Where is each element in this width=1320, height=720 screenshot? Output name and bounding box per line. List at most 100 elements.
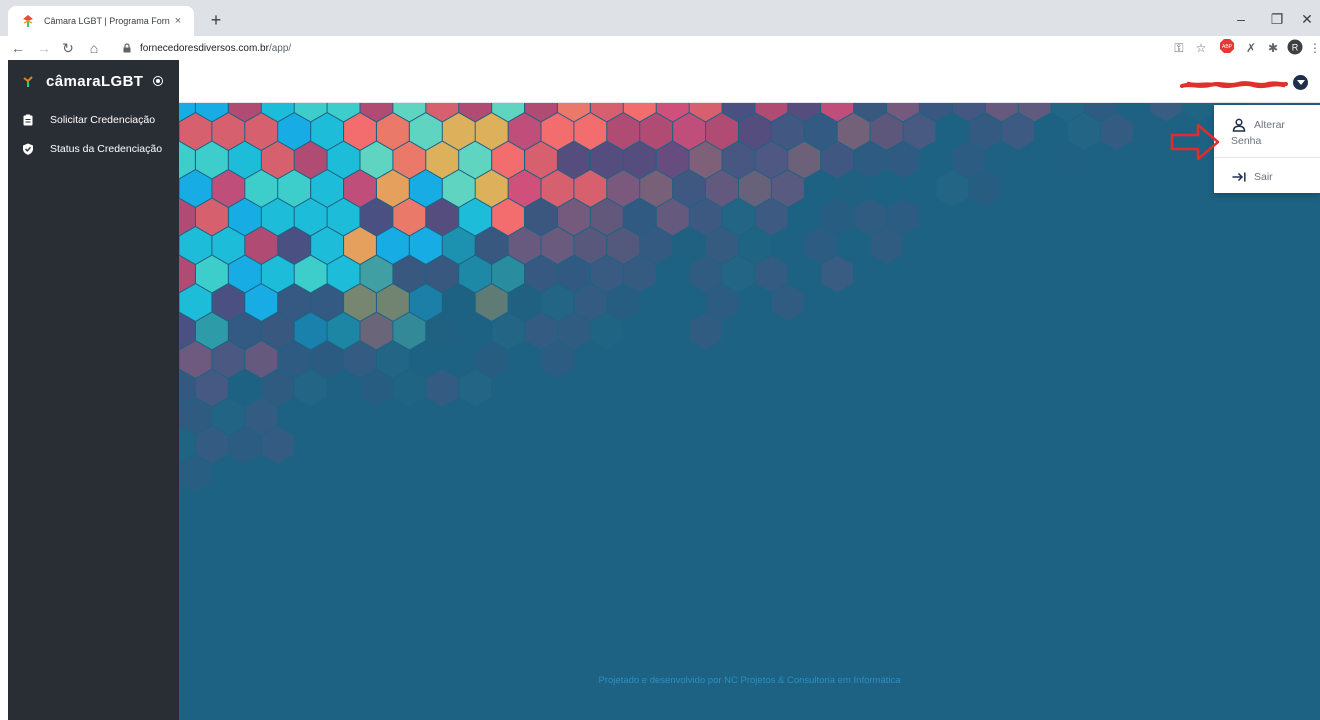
hexagon-tile [179, 227, 212, 264]
hexagon-tile [771, 170, 804, 207]
logout-menu-item[interactable]: Sair [1214, 159, 1320, 193]
hexagon-tile [722, 141, 755, 179]
home-icon[interactable]: ⌂ [84, 38, 104, 58]
minimize-icon[interactable]: – [1224, 6, 1258, 32]
hexagon-tile [558, 255, 590, 293]
hexagon-tile [245, 170, 278, 207]
hexagon-tile [344, 170, 376, 207]
hexagon-tile [475, 113, 508, 150]
hexagon-tile [228, 312, 261, 350]
sidebar-toggle-icon[interactable] [153, 76, 164, 86]
hexagon-tile [689, 198, 722, 236]
sidebar-item-solicitar[interactable]: Solicitar Credenciação [22, 111, 155, 129]
hexagon-tile [212, 170, 245, 207]
hexagon-tile [640, 170, 673, 207]
hexagon-tile [1101, 113, 1133, 150]
hexagon-tile [492, 255, 524, 293]
hexagon-tile [854, 198, 886, 236]
hexagon-tile [327, 255, 360, 293]
reload-icon[interactable]: ↻ [58, 38, 78, 58]
hexagon-tile [837, 113, 870, 150]
tab-close-icon[interactable]: × [170, 15, 186, 27]
address-bar[interactable]: fornecedoresdiversos.com.br/app/ [122, 38, 1162, 58]
hexagon-tile [327, 369, 360, 407]
hexagon-tile [261, 141, 294, 179]
hexagon-tile [261, 255, 294, 293]
hexagon-tile [344, 113, 376, 150]
browser-tab-strip: Câmara LGBT | Programa Fornec × + – ❐ ✕ [0, 0, 1320, 36]
hexagon-tile [426, 369, 459, 407]
hexagon-tile [722, 255, 755, 293]
hexagon-tile [245, 341, 278, 378]
hexagon-tile [969, 113, 1002, 150]
puzzle-icon[interactable]: ✱ [1264, 39, 1282, 57]
hexagon-tile [196, 426, 228, 464]
hexagon-tile [788, 141, 821, 179]
adblock-icon[interactable]: ABP [1218, 39, 1236, 57]
hexagon-tile [196, 255, 228, 293]
hexagon-tile [574, 170, 607, 207]
hexagon-tile [821, 141, 854, 179]
hexagon-tile [870, 113, 903, 150]
hexagon-tile [294, 255, 327, 293]
hexagon-tile [393, 141, 426, 179]
change-password-menu-item[interactable]: Alterar Senha [1214, 105, 1320, 158]
key-icon[interactable]: ⚿ [1170, 39, 1188, 57]
user-menu-toggle-icon[interactable] [1293, 75, 1308, 90]
hexagon-tile [952, 141, 985, 179]
hexagon-tile [360, 255, 393, 293]
hexagon-tile [623, 141, 656, 179]
hexagon-tile [673, 227, 705, 264]
hexagon-tile [887, 141, 919, 179]
hexagon-tile [689, 312, 722, 350]
hexagon-tile [311, 341, 343, 378]
hexagon-tile [179, 170, 212, 207]
hexagon-tile [393, 369, 426, 407]
hexagon-tile [656, 141, 689, 179]
pin-icon[interactable]: ✗ [1242, 39, 1260, 57]
hexagon-tile [212, 113, 245, 150]
hexagon-tile [344, 227, 376, 264]
hexagon-tile [739, 227, 771, 264]
profile-initial: R [1292, 43, 1299, 53]
hexagon-tile [459, 198, 492, 236]
brand[interactable]: câmaraLGBT [22, 72, 164, 90]
tab-title: Câmara LGBT | Programa Fornec [44, 16, 170, 26]
hexagon-tile [327, 198, 360, 236]
hexagon-tile [969, 170, 1002, 207]
hexagon-tile [558, 141, 590, 179]
hexagon-tile [640, 113, 673, 150]
restore-icon[interactable]: ❐ [1260, 6, 1294, 32]
new-tab-button[interactable]: + [204, 9, 228, 33]
close-window-icon[interactable]: ✕ [1290, 6, 1320, 32]
hexagon-tile [706, 170, 738, 207]
hexagon-tile [475, 284, 508, 321]
browser-tab[interactable]: Câmara LGBT | Programa Fornec × [8, 6, 194, 36]
hexagon-tile [377, 341, 409, 378]
hexagon-tile [426, 141, 459, 179]
hexagon-tile [327, 312, 360, 350]
hexagon-tile [179, 113, 212, 150]
hexagon-tile [903, 113, 936, 150]
profile-avatar[interactable]: R [1286, 39, 1304, 57]
hexagon-tile [508, 284, 541, 321]
hexagon-tile [837, 170, 870, 207]
lock-icon [123, 43, 131, 53]
hexagon-tile [179, 284, 212, 321]
hexagon-tile [541, 341, 574, 378]
star-icon[interactable]: ☆ [1192, 39, 1210, 57]
hexagon-tile [261, 312, 294, 350]
hexagon-tile [294, 312, 327, 350]
hexagon-tile [525, 141, 557, 179]
hexagon-tile [607, 284, 640, 321]
hexagon-tile [377, 113, 409, 150]
browser-menu-icon[interactable]: ⋮ [1306, 39, 1320, 57]
forward-icon[interactable]: → [34, 38, 54, 58]
hexagon-tile [722, 198, 755, 236]
hexagon-tile [673, 170, 705, 207]
hexagon-tile [179, 341, 212, 378]
hexagon-tile [541, 170, 574, 207]
sidebar-item-status[interactable]: Status da Credenciação [22, 140, 162, 158]
hexagon-tile [261, 198, 294, 236]
back-icon[interactable]: ← [8, 38, 28, 58]
